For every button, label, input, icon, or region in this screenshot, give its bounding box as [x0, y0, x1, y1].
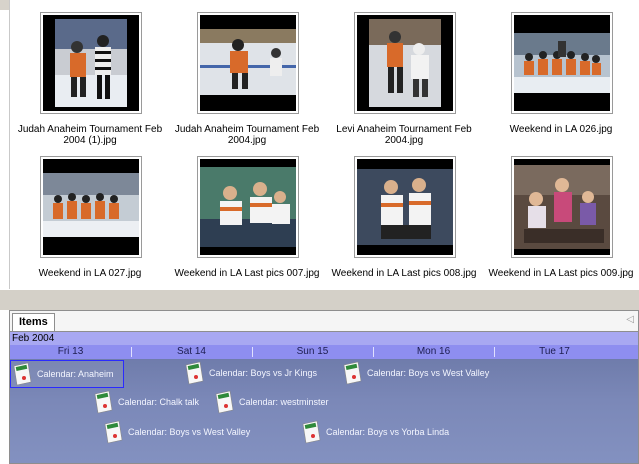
- thumbnail-frame: [197, 156, 299, 258]
- thumbnail-frame: [511, 156, 613, 258]
- calendar-event[interactable]: Calendar: Boys vs West Valley: [102, 419, 250, 445]
- thumbnail-caption: Weekend in LA 026.jpg: [509, 124, 613, 135]
- team-photo-icon: [514, 15, 610, 111]
- month-header: Feb 2004: [10, 332, 638, 345]
- event-label: Calendar: Anaheim: [37, 369, 114, 379]
- thumbnail-caption: Levi Anaheim Tournament Feb 2004.jpg: [336, 124, 472, 146]
- event-label: Calendar: westminster: [239, 397, 329, 407]
- event-label: Calendar: Chalk talk: [118, 397, 200, 407]
- calendar-icon: [185, 361, 204, 385]
- calendar-icon: [104, 420, 123, 444]
- thumbnail-caption: Judah Anaheim Tournament Feb 2004 (1).jp…: [17, 124, 163, 146]
- thumbnail-frame: [40, 156, 142, 258]
- pane-splitter[interactable]: [0, 289, 639, 310]
- event-label: Calendar: Boys vs West Valley: [128, 427, 251, 437]
- thumbnail-frame: [354, 156, 456, 258]
- calendar-event[interactable]: Calendar: Boys vs Yorba Linda: [300, 419, 449, 445]
- thumbnail-caption: Weekend in LA Last pics 009.jpg: [488, 268, 634, 279]
- day-label-tue: Tue 17: [539, 346, 570, 357]
- players-photo-icon: [200, 159, 296, 255]
- event-label: Calendar: Boys vs Yorba Linda: [326, 427, 450, 437]
- tab-items[interactable]: Items: [12, 313, 55, 331]
- day-label-fri: Fri 13: [57, 346, 84, 357]
- kids-photo-icon: [514, 159, 610, 255]
- scroll-left-icon[interactable]: ◁: [626, 314, 634, 325]
- thumbnail-caption: Judah Anaheim Tournament Feb 2004.jpg: [174, 124, 320, 146]
- calendar-event[interactable]: Calendar: westminster: [213, 389, 329, 415]
- day-label-sun: Sun 15: [296, 346, 329, 357]
- thumbnail-frame: [40, 12, 142, 114]
- thumbnail-frame: [354, 12, 456, 114]
- hockey-photo-icon: [43, 15, 139, 111]
- players-photo-icon: [357, 159, 453, 255]
- calendar-icon: [215, 390, 234, 414]
- thumbnail-frame: [511, 12, 613, 114]
- thumbnail-frame: [197, 12, 299, 114]
- calendar-icon: [13, 362, 32, 386]
- hockey-photo-icon: [357, 15, 453, 111]
- hockey-photo-icon: [200, 15, 296, 111]
- calendar-icon: [94, 390, 113, 414]
- thumbnail-gallery: Judah Anaheim Tournament Feb 2004 (1).jp…: [9, 0, 639, 289]
- thumbnail-caption: Weekend in LA Last pics 007.jpg: [174, 268, 320, 279]
- calendar-event[interactable]: Calendar: Boys vs West Valley: [341, 360, 489, 386]
- calendar-event[interactable]: Calendar: Chalk talk: [92, 389, 199, 415]
- calendar-event[interactable]: Calendar: Anaheim: [10, 360, 124, 388]
- thumbnail-caption: Weekend in LA 027.jpg: [38, 268, 142, 279]
- team-photo-icon: [43, 159, 139, 255]
- calendar-event[interactable]: Calendar: Boys vs Jr Kings: [183, 360, 317, 386]
- items-tabbar: Items ◁: [10, 311, 638, 332]
- timeline-area: Calendar: Anaheim Calendar: Boys vs Jr K…: [10, 359, 638, 463]
- day-label-sat: Sat 14: [177, 346, 206, 357]
- items-pane: Items ◁ Feb 2004 Fri 13 Sat 14 Sun 15 Mo…: [9, 310, 639, 464]
- calendar-icon: [302, 420, 321, 444]
- thumbnail-caption: Weekend in LA Last pics 008.jpg: [331, 268, 477, 279]
- event-label: Calendar: Boys vs Jr Kings: [209, 368, 318, 378]
- day-header: Fri 13 Sat 14 Sun 15 Mon 16 Tue 17: [10, 345, 638, 359]
- day-label-mon: Mon 16: [416, 346, 451, 357]
- event-label: Calendar: Boys vs West Valley: [367, 368, 490, 378]
- calendar-icon: [343, 361, 362, 385]
